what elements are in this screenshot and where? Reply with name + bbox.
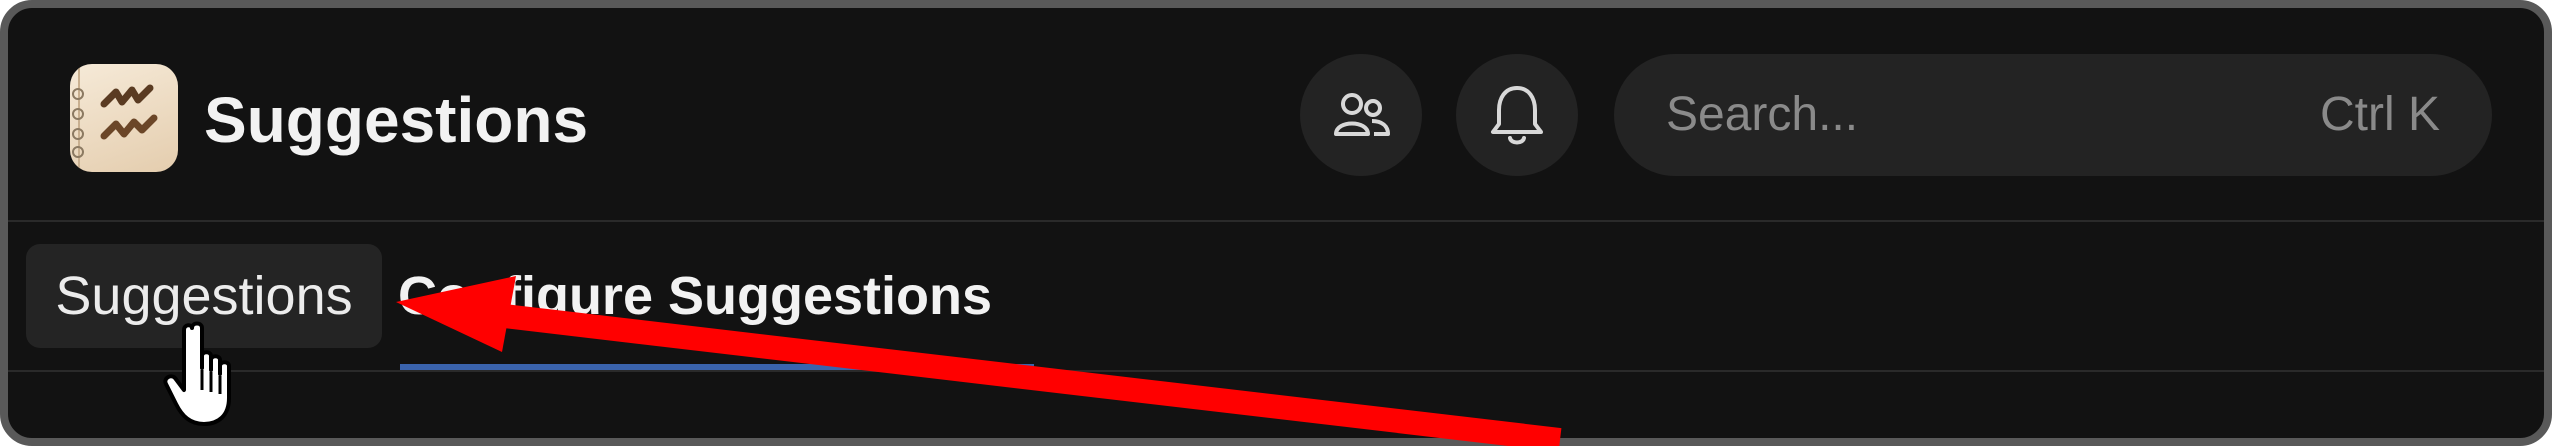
tab-configure-suggestions-label: Configure Suggestions xyxy=(398,266,992,326)
notifications-button[interactable] xyxy=(1456,54,1578,176)
people-icon xyxy=(1334,93,1390,136)
people-button[interactable] xyxy=(1300,54,1422,176)
app-window: Suggestions Search... Ctrl K Suggestions… xyxy=(0,0,2552,446)
tabs-divider xyxy=(8,370,2544,372)
hand-pointer-icon xyxy=(163,321,231,426)
page-title: Suggestions xyxy=(204,84,589,156)
keyboard-shortcut-hint: Ctrl K xyxy=(2320,88,2440,141)
tab-configure-suggestions[interactable]: Configure Suggestions xyxy=(398,244,992,348)
tab-suggestions-label: Suggestions xyxy=(55,266,353,326)
search-placeholder: Search... xyxy=(1666,88,1859,141)
header-divider xyxy=(8,220,2544,222)
search-input[interactable]: Search... Ctrl K xyxy=(1614,54,2492,176)
bell-icon xyxy=(1491,86,1543,145)
notebook-app-icon[interactable] xyxy=(70,64,178,172)
